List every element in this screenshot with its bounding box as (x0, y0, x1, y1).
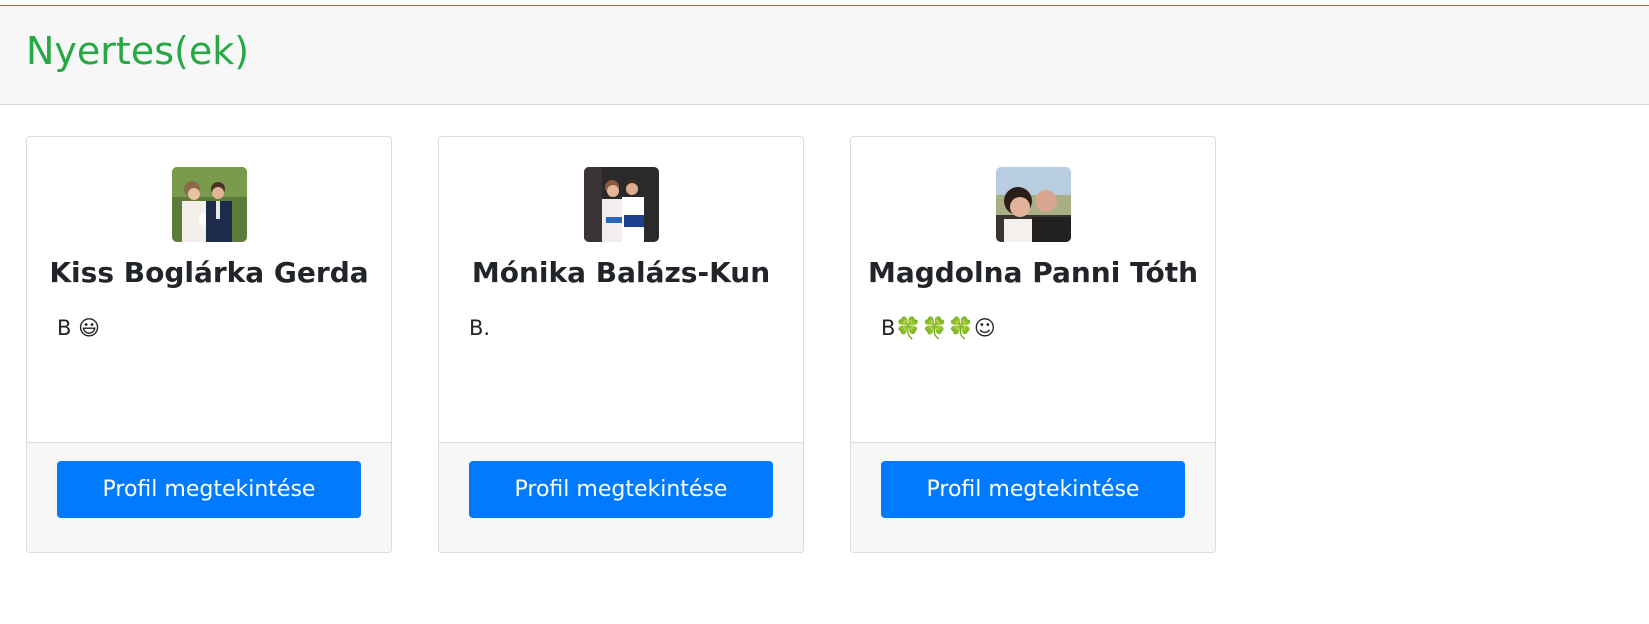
winner-comment: B 😃 (57, 316, 100, 340)
view-profile-button[interactable]: Profil megtekintése (469, 461, 773, 518)
view-profile-button[interactable]: Profil megtekintése (57, 461, 361, 518)
card-body: Kiss Boglárka Gerda B 😃 (27, 137, 391, 442)
winner-card: Kiss Boglárka Gerda B 😃 Profil megtekint… (26, 136, 392, 553)
avatar[interactable] (996, 167, 1071, 242)
avatar[interactable] (172, 167, 247, 242)
winner-comment: B. (469, 316, 491, 340)
view-profile-button[interactable]: Profil megtekintése (881, 461, 1185, 518)
winner-card: Magdolna Panni Tóth B🍀🍀🍀☺ Profil megteki… (850, 136, 1216, 553)
card-footer: Profil megtekintése (27, 442, 391, 552)
winner-card: Mónika Balázs-Kun B. Profil megtekintése (438, 136, 804, 553)
card-footer: Profil megtekintése (439, 442, 803, 552)
winner-name: Mónika Balázs-Kun (471, 256, 771, 289)
page-title: Nyertes(ek) (26, 29, 250, 73)
page-header: Nyertes(ek) (0, 6, 1649, 105)
winner-name: Kiss Boglárka Gerda (49, 256, 369, 289)
card-body: Mónika Balázs-Kun B. (439, 137, 803, 442)
winner-name: Magdolna Panni Tóth (867, 256, 1199, 289)
card-body: Magdolna Panni Tóth B🍀🍀🍀☺ (851, 137, 1215, 442)
card-footer: Profil megtekintése (851, 442, 1215, 552)
avatar[interactable] (584, 167, 659, 242)
winner-comment: B🍀🍀🍀☺ (881, 316, 996, 340)
